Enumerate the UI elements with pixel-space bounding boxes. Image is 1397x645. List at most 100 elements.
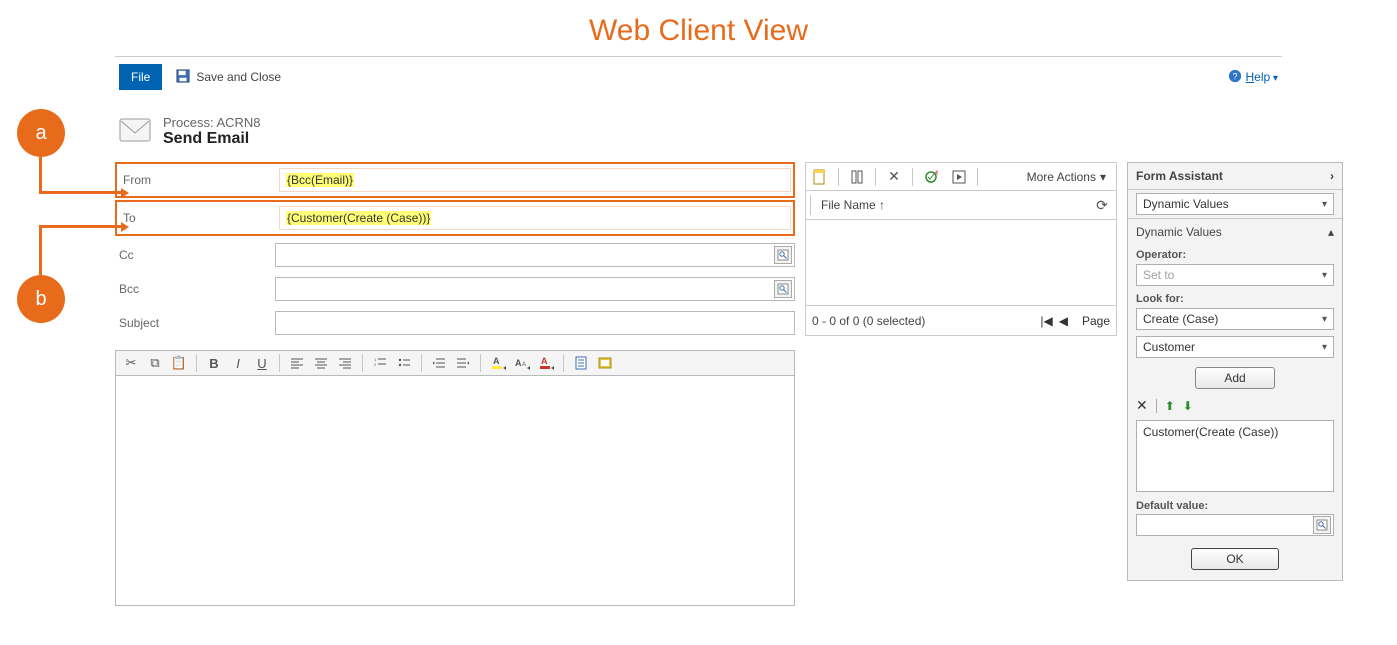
cc-input[interactable]: [275, 243, 795, 267]
svg-text:?: ?: [1232, 71, 1237, 81]
form-assistant-panel: Form Assistant › Dynamic Values ▾ Dynami…: [1127, 162, 1343, 581]
new-attachment-icon[interactable]: [810, 167, 830, 187]
highlight-color-button[interactable]: A: [487, 353, 509, 373]
chevron-down-icon: ▾: [1322, 270, 1327, 281]
form-title: Send Email: [163, 130, 261, 148]
from-highlight-box: From {Bcc(Email)}: [115, 162, 795, 198]
default-value-label: Default value:: [1128, 492, 1342, 514]
callout-b: b: [17, 275, 65, 323]
copy-button[interactable]: ⧉: [144, 353, 166, 373]
attachments-grid-body[interactable]: [805, 220, 1117, 306]
page-label: Page: [1082, 314, 1110, 328]
delete-icon[interactable]: ✕: [884, 167, 904, 187]
underline-button[interactable]: U: [251, 353, 273, 373]
ok-button[interactable]: OK: [1191, 548, 1278, 570]
chevron-down-icon: ▾: [1322, 342, 1327, 353]
to-label: To: [119, 211, 279, 225]
from-label: From: [119, 173, 279, 187]
remove-item-button[interactable]: ✕: [1136, 397, 1148, 414]
chevron-down-icon: ▾: [1322, 199, 1327, 210]
section-collapse-icon[interactable]: ▴: [1328, 225, 1334, 239]
operator-value: Set to: [1143, 268, 1174, 282]
run-report-icon[interactable]: [949, 167, 969, 187]
attach-file-icon[interactable]: [847, 167, 867, 187]
lookfor-entity-select[interactable]: Create (Case) ▾: [1136, 308, 1334, 330]
operator-select[interactable]: Set to ▾: [1136, 264, 1334, 286]
font-color-button[interactable]: A: [535, 353, 557, 373]
dynamic-values-list[interactable]: Customer(Create (Case)): [1136, 420, 1334, 492]
insert-article-button[interactable]: [594, 353, 616, 373]
help-dropdown-icon: ▾: [1270, 73, 1278, 84]
file-name-column-header[interactable]: File Name ↑: [821, 198, 1092, 212]
svg-text:2: 2: [374, 362, 377, 367]
to-highlight-box: To {Customer(Create (Case))}: [115, 200, 795, 236]
help-label-rest: elp: [1254, 70, 1270, 84]
crm-form-frame: a b File Save and Close ? Help ▾ Process…: [115, 56, 1282, 606]
bold-button[interactable]: B: [203, 353, 225, 373]
lookfor-attribute-value: Customer: [1143, 340, 1195, 354]
more-actions-button[interactable]: More Actions ▾: [1027, 170, 1112, 184]
attachments-section: ✕ More Actions ▾ File Name ↑ ⟳: [805, 162, 1117, 336]
paste-button[interactable]: 📋: [168, 353, 190, 373]
attachments-grid-header: File Name ↑ ⟳: [805, 190, 1117, 220]
align-center-button[interactable]: [310, 353, 332, 373]
italic-button[interactable]: I: [227, 353, 249, 373]
operator-label: Operator:: [1128, 245, 1342, 261]
move-down-button[interactable]: ⬇: [1183, 399, 1193, 413]
bcc-lookup-button[interactable]: [774, 280, 792, 298]
assistant-section-select[interactable]: Dynamic Values ▾: [1136, 193, 1334, 215]
to-value: {Customer(Create (Case))}: [286, 211, 431, 225]
bcc-input[interactable]: [275, 277, 795, 301]
file-button[interactable]: File: [119, 64, 162, 90]
align-left-button[interactable]: [286, 353, 308, 373]
cc-lookup-button[interactable]: [774, 246, 792, 264]
default-value-input[interactable]: [1136, 514, 1334, 536]
lookfor-attribute-select[interactable]: Customer ▾: [1136, 336, 1334, 358]
page-title: Web Client View: [0, 0, 1397, 56]
subject-input[interactable]: [275, 311, 795, 335]
save-and-close-label: Save and Close: [196, 70, 281, 84]
cut-button[interactable]: ✂: [120, 353, 142, 373]
selection-summary: 0 - 0 of 0 (0 selected): [812, 314, 925, 328]
lookfor-entity-value: Create (Case): [1143, 312, 1218, 326]
move-up-button[interactable]: ⬆: [1165, 399, 1175, 413]
panel-collapse-icon[interactable]: ›: [1330, 169, 1334, 183]
dynamic-values-subtitle: Dynamic Values: [1136, 225, 1222, 239]
align-right-button[interactable]: [334, 353, 356, 373]
cc-label: Cc: [115, 248, 275, 262]
svg-text:A: A: [515, 358, 522, 368]
prev-page-button[interactable]: ◀: [1059, 314, 1068, 328]
numbered-list-button[interactable]: 12: [369, 353, 391, 373]
assistant-section-value: Dynamic Values: [1143, 197, 1229, 211]
help-icon: ?: [1228, 69, 1242, 86]
from-value: {Bcc(Email)}: [286, 173, 354, 187]
outdent-button[interactable]: [428, 353, 450, 373]
help-link[interactable]: ? Help ▾: [1228, 69, 1283, 86]
save-icon: [176, 69, 190, 86]
email-fields-section: From {Bcc(Email)} To {Customer(Create (C…: [115, 162, 795, 606]
bcc-label: Bcc: [115, 282, 275, 296]
process-line: Process: ACRN8: [163, 115, 261, 130]
first-page-button[interactable]: |◀: [1040, 314, 1052, 328]
add-button[interactable]: Add: [1195, 367, 1274, 389]
svg-text:A: A: [522, 362, 526, 368]
command-bar: File Save and Close ? Help ▾: [115, 63, 1282, 91]
bullet-list-button[interactable]: [393, 353, 415, 373]
refresh-check-icon[interactable]: [921, 167, 941, 187]
refresh-icon[interactable]: ⟳: [1092, 197, 1112, 214]
list-item[interactable]: Customer(Create (Case)): [1143, 425, 1327, 439]
rich-text-toolbar: ✂ ⧉ 📋 B I U 12: [115, 350, 795, 376]
save-and-close-button[interactable]: Save and Close: [176, 69, 281, 86]
chevron-down-icon: ▾: [1100, 170, 1106, 184]
form-header: Process: ACRN8 Send Email: [119, 115, 1282, 148]
svg-text:A: A: [541, 356, 548, 366]
to-input[interactable]: {Customer(Create (Case))}: [279, 206, 791, 230]
from-input[interactable]: {Bcc(Email)}: [279, 168, 791, 192]
insert-template-button[interactable]: [570, 353, 592, 373]
default-value-lookup-button[interactable]: [1313, 516, 1331, 534]
email-icon: [119, 118, 151, 145]
font-size-button[interactable]: AA: [511, 353, 533, 373]
email-body-editor[interactable]: [115, 376, 795, 606]
indent-button[interactable]: [452, 353, 474, 373]
svg-text:A: A: [493, 356, 500, 366]
